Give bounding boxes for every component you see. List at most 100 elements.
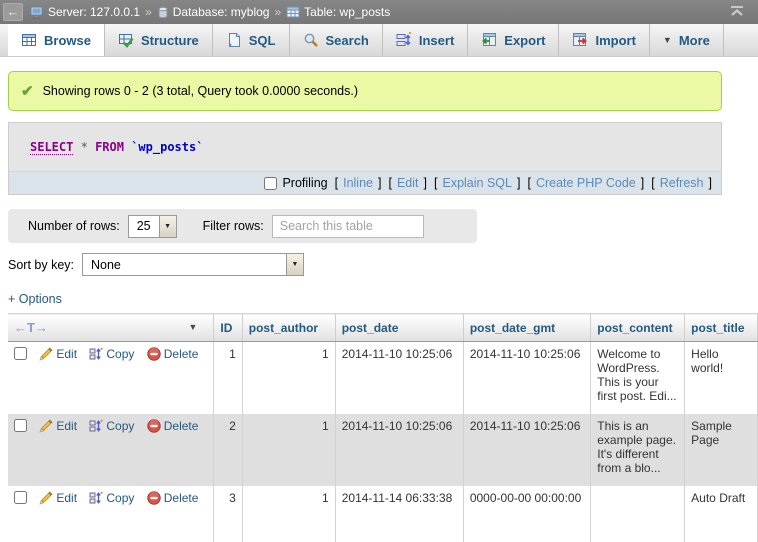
- sql-keyword-select-link[interactable]: SELECT: [30, 140, 73, 155]
- column-order-arrows-icon[interactable]: ←T→: [14, 320, 48, 335]
- cell-post-author[interactable]: 1: [242, 342, 335, 414]
- column-header-post-date[interactable]: post_date: [335, 314, 463, 342]
- bracket: [: [388, 176, 391, 190]
- tab-search[interactable]: Search: [290, 24, 383, 56]
- cell-post-author[interactable]: 1: [242, 414, 335, 486]
- copy-icon[interactable]: [89, 491, 103, 508]
- back-button[interactable]: ←: [3, 3, 23, 21]
- inline-link[interactable]: Inline: [343, 176, 373, 190]
- cell-post-date[interactable]: 2014-11-10 10:25:06: [335, 342, 463, 414]
- create-php-code-link[interactable]: Create PHP Code: [536, 176, 636, 190]
- delete-row-link[interactable]: Delete: [164, 347, 199, 361]
- cell-post-title[interactable]: Auto Draft: [685, 486, 758, 542]
- bracket: ]: [517, 176, 520, 190]
- tab-sql[interactable]: SQL: [213, 24, 290, 56]
- sql-table-identifier: `wp_posts`: [131, 140, 203, 154]
- breadcrumb-table[interactable]: Table: wp_posts: [286, 5, 390, 19]
- success-message-text: Showing rows 0 - 2 (3 total, Query took …: [43, 84, 358, 98]
- tab-browse[interactable]: Browse: [8, 24, 105, 56]
- cell-post-date-gmt[interactable]: 2014-11-10 10:25:06: [463, 414, 590, 486]
- refresh-link[interactable]: Refresh: [660, 176, 704, 190]
- column-header-id[interactable]: ID: [214, 314, 242, 342]
- copy-row-link[interactable]: Copy: [106, 419, 134, 433]
- cell-post-date[interactable]: 2014-11-14 06:33:38: [335, 486, 463, 542]
- pencil-icon[interactable]: [39, 419, 53, 436]
- cell-post-title[interactable]: Sample Page: [685, 414, 758, 486]
- sql-star: *: [81, 140, 88, 154]
- delete-icon[interactable]: [147, 419, 161, 436]
- tab-structure-label: Structure: [141, 33, 199, 48]
- delete-icon[interactable]: [147, 347, 161, 364]
- tab-export[interactable]: Export: [468, 24, 559, 56]
- success-message: ✔ Showing rows 0 - 2 (3 total, Query too…: [8, 71, 722, 111]
- sql-query-box: SELECT * FROM `wp_posts` Profiling [Inli…: [8, 122, 722, 195]
- chevron-down-icon: ▼: [663, 35, 672, 45]
- database-icon: [157, 6, 169, 19]
- import-icon: [572, 32, 588, 48]
- tab-more[interactable]: ▼ More: [650, 24, 724, 56]
- explain-sql-link[interactable]: Explain SQL: [442, 176, 511, 190]
- sort-caret-icon[interactable]: ▼: [189, 322, 198, 332]
- cell-post-title[interactable]: Hello world!: [685, 342, 758, 414]
- copy-row-link[interactable]: Copy: [106, 347, 134, 361]
- tab-more-label: More: [679, 33, 710, 48]
- row-controls-bar: Number of rows: 25 ▼ Filter rows:: [8, 209, 477, 243]
- cell-post-content[interactable]: Welcome to WordPress. This is your first…: [591, 342, 685, 414]
- export-icon: [481, 32, 497, 48]
- row-checkbox[interactable]: [14, 419, 27, 432]
- cell-id[interactable]: 3: [214, 486, 242, 542]
- cell-post-content[interactable]: This is an example page. It's different …: [591, 414, 685, 486]
- cell-post-content[interactable]: [591, 486, 685, 542]
- tab-browse-label: Browse: [44, 33, 91, 48]
- query-tool-php: [Create PHP Code]: [527, 176, 644, 190]
- profiling-label[interactable]: Profiling: [282, 176, 327, 190]
- column-header-post-date-gmt[interactable]: post_date_gmt: [463, 314, 590, 342]
- breadcrumb-server[interactable]: Server: 127.0.0.1: [30, 5, 140, 19]
- collapse-icon[interactable]: [730, 5, 744, 20]
- copy-row-link[interactable]: Copy: [106, 491, 134, 505]
- tab-insert[interactable]: Insert: [383, 24, 468, 56]
- column-header-post-author[interactable]: post_author: [242, 314, 335, 342]
- bracket: ]: [424, 176, 427, 190]
- breadcrumb-database[interactable]: Database: myblog: [157, 5, 270, 19]
- edit-row-link[interactable]: Edit: [56, 419, 77, 433]
- num-rows-select[interactable]: 25 ▼: [128, 215, 177, 238]
- edit-query-link[interactable]: Edit: [397, 176, 419, 190]
- breadcrumb-table-label: Table: wp_posts: [304, 5, 390, 19]
- delete-icon[interactable]: [147, 491, 161, 508]
- column-actions-header[interactable]: ←T→ ▼: [8, 314, 214, 342]
- row-checkbox[interactable]: [14, 491, 27, 504]
- cell-post-author[interactable]: 1: [242, 486, 335, 542]
- cell-post-date-gmt[interactable]: 0000-00-00 00:00:00: [463, 486, 590, 542]
- server-icon: [30, 6, 44, 19]
- delete-row-link[interactable]: Delete: [164, 419, 199, 433]
- edit-row-link[interactable]: Edit: [56, 347, 77, 361]
- cell-post-date-gmt[interactable]: 2014-11-10 10:25:06: [463, 342, 590, 414]
- row-checkbox[interactable]: [14, 347, 27, 360]
- cell-id[interactable]: 1: [214, 342, 242, 414]
- sort-by-key-select[interactable]: None ▼: [82, 253, 304, 276]
- table-row: Edit Copy Delete 2: [8, 414, 758, 486]
- pencil-icon[interactable]: [39, 347, 53, 364]
- row-actions: Edit Copy Delete: [8, 486, 214, 542]
- tab-import[interactable]: Import: [559, 24, 649, 56]
- edit-row-link[interactable]: Edit: [56, 491, 77, 505]
- breadcrumb-server-label: Server: 127.0.0.1: [48, 5, 140, 19]
- breadcrumb-separator: »: [145, 5, 152, 19]
- table-header-row: ←T→ ▼ ID post_author post_date post_date…: [8, 314, 758, 342]
- delete-row-link[interactable]: Delete: [164, 491, 199, 505]
- filter-rows-input[interactable]: [272, 215, 424, 238]
- options-toggle-link[interactable]: + Options: [8, 292, 62, 306]
- filter-rows-label: Filter rows:: [203, 219, 264, 233]
- row-actions: Edit Copy Delete: [8, 342, 214, 414]
- pencil-icon[interactable]: [39, 491, 53, 508]
- column-header-post-title[interactable]: post_title: [685, 314, 758, 342]
- copy-icon[interactable]: [89, 347, 103, 364]
- tab-structure[interactable]: Structure: [105, 24, 213, 56]
- column-header-post-content[interactable]: post_content: [591, 314, 685, 342]
- profiling-checkbox[interactable]: [264, 177, 277, 190]
- cell-post-date[interactable]: 2014-11-10 10:25:06: [335, 414, 463, 486]
- cell-id[interactable]: 2: [214, 414, 242, 486]
- bracket: [: [527, 176, 530, 190]
- copy-icon[interactable]: [89, 419, 103, 436]
